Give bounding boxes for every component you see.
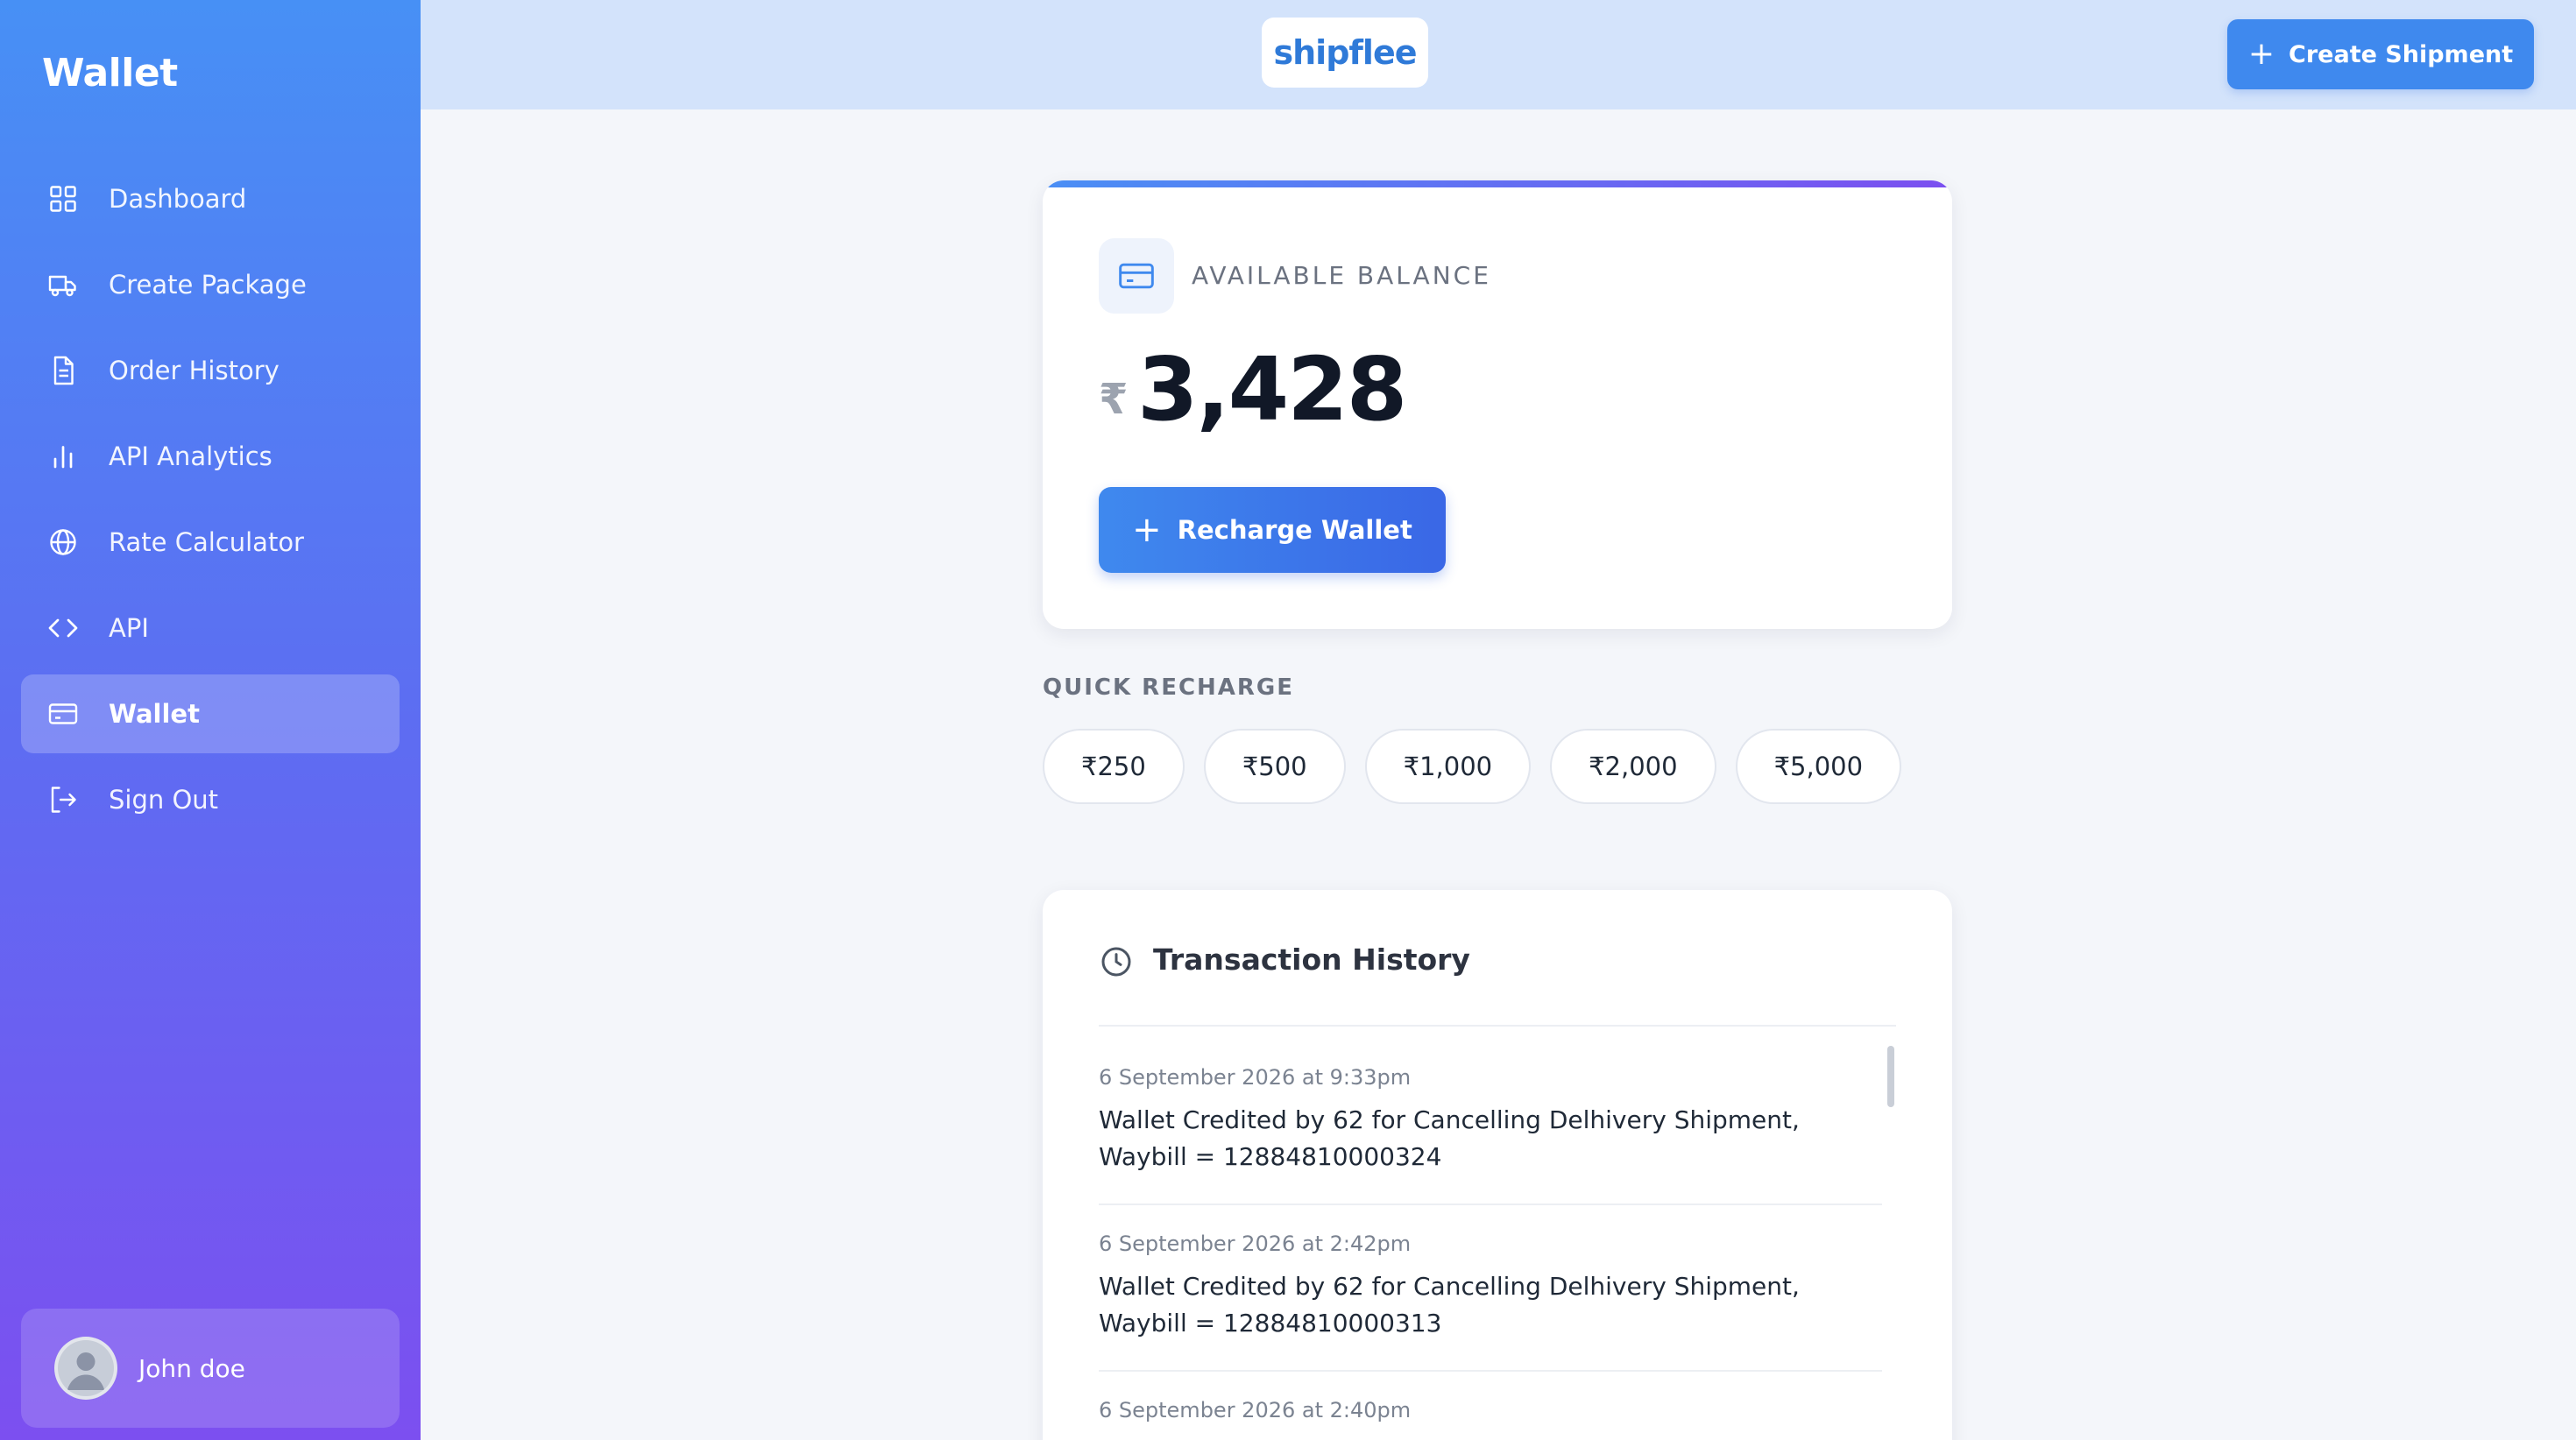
sidebar-item-wallet[interactable]: Wallet: [21, 674, 400, 753]
credit-card-icon: [1099, 238, 1174, 314]
sidebar-item-rate-calculator[interactable]: Rate Calculator: [21, 503, 400, 582]
code-icon: [47, 612, 79, 644]
quick-recharge-chip[interactable]: ₹5,000: [1735, 729, 1902, 804]
quick-recharge-chip[interactable]: ₹1,000: [1364, 729, 1532, 804]
balance-currency: ₹: [1099, 375, 1129, 424]
credit-card-icon: [47, 698, 79, 730]
document-icon: [47, 355, 79, 386]
sidebar-item-label: Sign Out: [109, 785, 219, 815]
balance-amount: 3,428: [1137, 338, 1407, 441]
sidebar-item-order-history[interactable]: Order History: [21, 331, 400, 410]
quick-recharge-chip[interactable]: ₹2,000: [1550, 729, 1716, 804]
transaction-description: Wallet Credited by 62 for Cancelling Del…: [1099, 1272, 1800, 1338]
sidebar-item-label: Wallet: [109, 699, 200, 729]
user-profile-card[interactable]: John doe: [21, 1309, 400, 1428]
transaction-list-scrollbar[interactable]: [1887, 1046, 1894, 1107]
balance-card: AVAILABLE BALANCE ₹ 3,428 + Recharge Wal…: [1043, 180, 1952, 629]
avatar: [54, 1337, 117, 1400]
sidebar-item-label: Create Package: [109, 270, 307, 300]
bar-chart-icon: [47, 441, 79, 472]
sidebar-item-sign-out[interactable]: Sign Out: [21, 760, 400, 839]
transaction-history-card: Transaction History 6 September 2026 at …: [1043, 890, 1952, 1440]
sidebar-nav: Dashboard Create Package Order History A…: [21, 159, 400, 846]
sidebar-item-label: Dashboard: [109, 184, 247, 214]
sidebar-title: Wallet: [42, 51, 178, 95]
sidebar-item-api-analytics[interactable]: API Analytics: [21, 417, 400, 496]
create-shipment-button[interactable]: + Create Shipment: [2227, 19, 2534, 89]
transaction-list: 6 September 2026 at 9:33pm Wallet Credit…: [1099, 1065, 1882, 1440]
sidebar-item-dashboard[interactable]: Dashboard: [21, 159, 400, 238]
sidebar-item-label: API: [109, 613, 149, 643]
list-item: 6 September 2026 at 2:42pm Wallet Credit…: [1099, 1232, 1882, 1372]
list-item: 6 September 2026 at 2:40pm: [1099, 1398, 1882, 1440]
plus-icon: +: [1132, 510, 1162, 550]
grid-icon: [47, 183, 79, 215]
transaction-history-header: Transaction History: [1099, 942, 1896, 1027]
transaction-history-title: Transaction History: [1153, 942, 1470, 977]
transaction-date: 6 September 2026 at 2:40pm: [1099, 1398, 1412, 1422]
recharge-wallet-button[interactable]: + Recharge Wallet: [1099, 487, 1446, 573]
sidebar-item-label: Rate Calculator: [109, 527, 304, 557]
card-accent-bar: [1043, 180, 1952, 187]
sidebar: Wallet Dashboard Create Package Order Hi…: [0, 0, 421, 1440]
user-name: John doe: [138, 1353, 245, 1383]
create-shipment-label: Create Shipment: [2289, 40, 2514, 68]
sign-out-icon: [47, 784, 79, 815]
plus-icon: +: [2247, 36, 2275, 72]
sidebar-item-create-package[interactable]: Create Package: [21, 245, 400, 324]
quick-recharge-chip[interactable]: ₹250: [1043, 729, 1185, 804]
transaction-description: Wallet Credited by 62 for Cancelling Del…: [1099, 1105, 1800, 1171]
globe-icon: [47, 526, 79, 558]
quick-recharge-options: ₹250 ₹500 ₹1,000 ₹2,000 ₹5,000: [1043, 729, 1921, 804]
recharge-wallet-label: Recharge Wallet: [1177, 515, 1412, 545]
truck-icon: [47, 269, 79, 300]
quick-recharge-label: QUICK RECHARGE: [1043, 674, 1295, 701]
brand-logo[interactable]: shipflee: [1262, 18, 1428, 88]
clock-icon: [1099, 944, 1134, 979]
sidebar-item-label: API Analytics: [109, 441, 272, 471]
transaction-date: 6 September 2026 at 2:42pm: [1099, 1232, 1412, 1256]
top-bar: shipflee + Create Shipment: [421, 0, 2576, 109]
balance-label: AVAILABLE BALANCE: [1192, 261, 1491, 290]
sidebar-item-label: Order History: [109, 356, 280, 385]
list-item: 6 September 2026 at 9:33pm Wallet Credit…: [1099, 1065, 1882, 1205]
sidebar-item-api[interactable]: API: [21, 589, 400, 667]
quick-recharge-chip[interactable]: ₹500: [1203, 729, 1346, 804]
transaction-date: 6 September 2026 at 9:33pm: [1099, 1065, 1412, 1090]
